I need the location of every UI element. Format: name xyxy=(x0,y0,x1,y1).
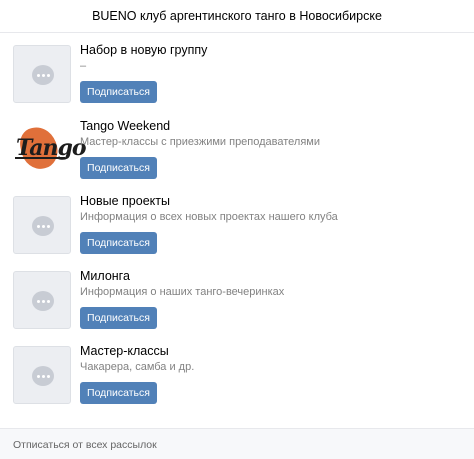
page-title: BUENO клуб аргентинского танго в Новосиб… xyxy=(92,9,382,23)
subscribe-button[interactable]: Подписаться xyxy=(80,232,157,254)
item-description: Информация о всех новых проектах нашего … xyxy=(80,211,338,223)
subscribe-button[interactable]: Подписаться xyxy=(80,81,157,103)
item-description: Чакарера, самба и др. xyxy=(80,361,195,373)
chat-placeholder-icon xyxy=(13,271,71,329)
chat-placeholder-icon xyxy=(13,45,71,103)
item-description: Мастер-классы с приезжими преподавателям… xyxy=(80,136,321,148)
item-title: Набор в новую группу xyxy=(80,43,208,57)
item-title: Новые проекты xyxy=(80,194,170,208)
item-title: Мастер-классы xyxy=(80,344,169,358)
list-item: Набор в новую группу – Подписаться xyxy=(13,43,463,111)
item-title: Милонга xyxy=(80,269,130,283)
chat-placeholder-icon xyxy=(13,346,71,404)
item-title: Tango Weekend xyxy=(80,119,171,133)
list-item: Tango Tango Weekend Мастер-классы с прие… xyxy=(13,119,463,187)
page-footer: Отписаться от всех рассылок xyxy=(0,428,474,459)
list-item: Новые проекты Информация о всех новых пр… xyxy=(13,194,463,262)
unsubscribe-all-link[interactable]: Отписаться от всех рассылок xyxy=(13,439,157,451)
list-item: Милонга Информация о наших танго-вечерин… xyxy=(13,269,463,337)
page-header: BUENO клуб аргентинского танго в Новосиб… xyxy=(0,0,474,33)
subscribe-button[interactable]: Подписаться xyxy=(80,307,157,329)
chat-placeholder-icon xyxy=(13,196,71,254)
subscribe-button[interactable]: Подписаться xyxy=(80,382,157,404)
subscribe-button[interactable]: Подписаться xyxy=(80,157,157,179)
list-item: Мастер-классы Чакарера, самба и др. Подп… xyxy=(13,344,463,412)
item-description: – xyxy=(80,60,87,72)
tango-logo: Tango xyxy=(13,121,87,179)
item-description: Информация о наших танго-вечеринках xyxy=(80,286,285,298)
